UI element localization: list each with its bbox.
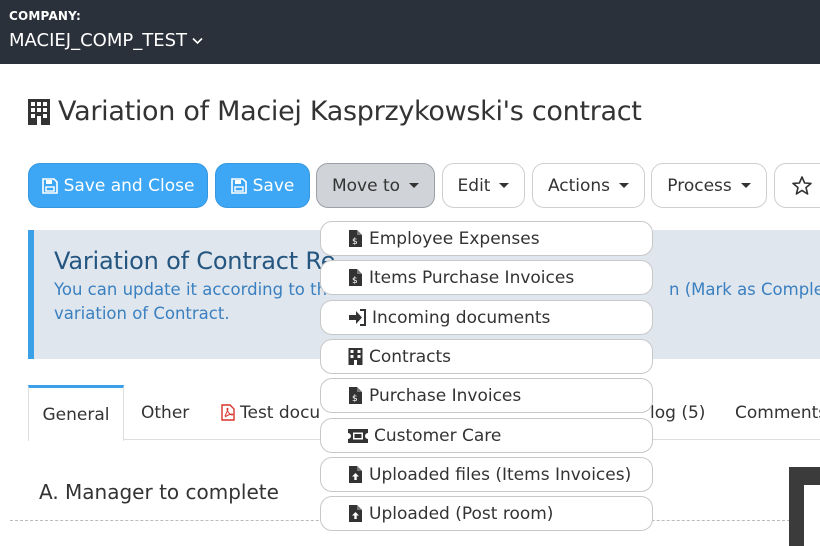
svg-text:$: $ bbox=[352, 276, 358, 286]
tab-test-documents-label: Test docu bbox=[240, 402, 321, 423]
file-invoice-dollar-icon: $ bbox=[348, 230, 363, 247]
top-bar: COMPANY: MACIEJ_COMP_TEST bbox=[0, 0, 820, 64]
menu-item-label: Items Purchase Invoices bbox=[369, 267, 575, 288]
move-to-label: Move to bbox=[331, 175, 401, 196]
menu-item-purchase-invoices[interactable]: $ Purchase Invoices bbox=[320, 378, 653, 413]
tab-general[interactable]: General bbox=[28, 385, 124, 441]
sign-in-icon bbox=[348, 309, 366, 326]
menu-item-uploaded-post-room[interactable]: Uploaded (Post room) bbox=[320, 496, 653, 531]
file-invoice-dollar-icon: $ bbox=[348, 269, 363, 286]
file-upload-icon bbox=[348, 466, 363, 483]
menu-item-label: Contracts bbox=[369, 346, 451, 367]
edit-label: Edit bbox=[457, 175, 491, 196]
file-pdf-icon bbox=[221, 404, 235, 421]
file-invoice-dollar-icon: $ bbox=[348, 387, 363, 404]
actions-button[interactable]: Actions bbox=[532, 163, 645, 208]
menu-item-label: Uploaded (Post room) bbox=[369, 503, 554, 524]
ticket-icon bbox=[348, 428, 368, 443]
star-icon bbox=[792, 176, 812, 195]
menu-item-uploaded-files-items-invoices[interactable]: Uploaded files (Items Invoices) bbox=[320, 457, 653, 492]
building-icon bbox=[28, 98, 50, 125]
info-panel-title: Variation of Contract Re bbox=[54, 247, 336, 275]
tab-other-label: Other bbox=[141, 402, 190, 423]
info-panel-line1-right: n (Mark as Complete bbox=[669, 280, 820, 299]
menu-item-employee-expenses[interactable]: $ Employee Expenses bbox=[320, 221, 653, 256]
save-button[interactable]: Save bbox=[215, 163, 310, 208]
page-title-text: Variation of Maciej Kasprzykowski's cont… bbox=[58, 96, 642, 127]
menu-item-label: Uploaded files (Items Invoices) bbox=[369, 464, 632, 485]
side-panel-inner bbox=[804, 485, 820, 546]
menu-item-label: Incoming documents bbox=[372, 307, 551, 328]
save-icon bbox=[230, 177, 247, 194]
menu-item-label: Purchase Invoices bbox=[369, 385, 522, 406]
edit-button[interactable]: Edit bbox=[442, 163, 525, 208]
menu-item-items-purchase-invoices[interactable]: $ Items Purchase Invoices bbox=[320, 260, 653, 295]
info-panel-line1-left: You can update it according to th bbox=[54, 280, 328, 299]
company-selector[interactable]: MACIEJ_COMP_TEST bbox=[9, 30, 203, 51]
file-upload-icon bbox=[348, 505, 363, 522]
menu-item-customer-care[interactable]: Customer Care bbox=[320, 418, 653, 453]
section-title: A. Manager to complete bbox=[39, 480, 279, 504]
tab-log[interactable]: log (5) bbox=[650, 385, 705, 440]
move-to-dropdown: $ Employee Expenses $ Items Purchase Inv… bbox=[315, 220, 658, 538]
caret-down-icon bbox=[619, 183, 630, 188]
caret-down-icon bbox=[499, 183, 510, 188]
process-button[interactable]: Process bbox=[651, 163, 767, 208]
favorite-button[interactable] bbox=[774, 163, 820, 208]
tab-test-documents[interactable]: Test docu bbox=[221, 385, 320, 440]
save-and-close-button[interactable]: Save and Close bbox=[28, 163, 208, 208]
save-and-close-label: Save and Close bbox=[63, 175, 195, 196]
tab-general-label: General bbox=[42, 404, 110, 425]
chevron-down-icon bbox=[192, 34, 203, 48]
menu-item-contracts[interactable]: Contracts bbox=[320, 339, 653, 374]
tab-log-label: log (5) bbox=[650, 402, 706, 423]
save-label: Save bbox=[252, 175, 295, 196]
svg-text:$: $ bbox=[352, 237, 358, 247]
menu-item-incoming-documents[interactable]: Incoming documents bbox=[320, 300, 653, 335]
building-icon bbox=[348, 348, 363, 365]
tab-comments-label: Comments bbox=[735, 402, 820, 423]
menu-item-label: Customer Care bbox=[374, 425, 502, 446]
process-label: Process bbox=[667, 175, 732, 196]
tab-comments[interactable]: Comments bbox=[735, 385, 820, 440]
caret-down-icon bbox=[740, 183, 751, 188]
actions-label: Actions bbox=[547, 175, 611, 196]
move-to-button[interactable]: Move to bbox=[316, 163, 435, 208]
svg-text:$: $ bbox=[352, 394, 358, 404]
save-icon bbox=[41, 177, 58, 194]
company-name: MACIEJ_COMP_TEST bbox=[9, 30, 187, 51]
company-label: COMPANY: bbox=[9, 9, 82, 23]
tab-other[interactable]: Other bbox=[141, 385, 189, 440]
menu-item-label: Employee Expenses bbox=[369, 228, 540, 249]
page-title: Variation of Maciej Kasprzykowski's cont… bbox=[28, 96, 642, 127]
caret-down-icon bbox=[409, 183, 420, 188]
